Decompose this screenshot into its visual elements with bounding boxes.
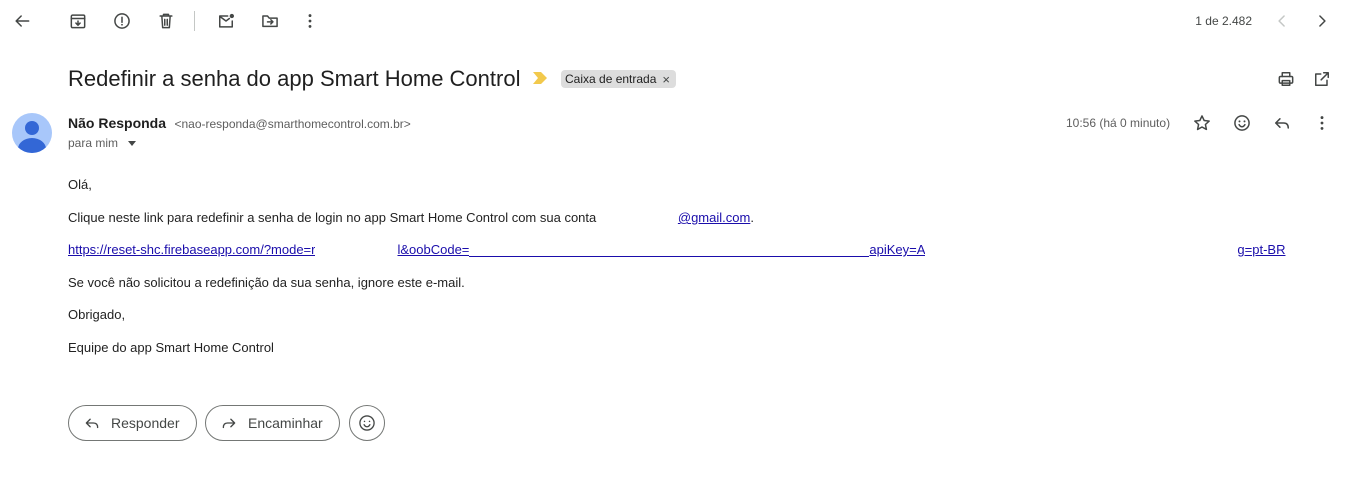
redacted-block — [925, 243, 1238, 257]
newer-chevron-left-icon[interactable] — [1266, 5, 1298, 37]
more-vert-icon[interactable] — [294, 5, 326, 37]
body-signature: Equipe do app Smart Home Control — [68, 340, 274, 355]
recipient-text: para mim — [68, 136, 119, 150]
redacted-block — [315, 243, 398, 257]
reset-link-part-2[interactable]: l&oobCode= — [397, 242, 469, 257]
reset-link-part-3[interactable]: apiKey=A — [869, 242, 925, 257]
sender-line: Não Responda <nao-responda@smarthomecont… — [68, 115, 411, 133]
account-email-link[interactable]: @gmail.com — [678, 210, 750, 225]
instruction-period: . — [750, 210, 754, 225]
message-more-vert-icon[interactable] — [1306, 107, 1338, 139]
chevron-down-icon — [128, 140, 137, 146]
label-chip-inbox: Caixa de entrada × — [561, 70, 676, 88]
email-subject: Redefinir a senha do app Smart Home Cont… — [68, 66, 521, 91]
archive-icon[interactable] — [62, 5, 94, 37]
move-to-icon[interactable] — [254, 5, 286, 37]
label-chip-text: Caixa de entrada — [565, 72, 657, 86]
reply-button[interactable]: Responder — [68, 405, 197, 441]
delete-icon[interactable] — [150, 5, 182, 37]
add-reaction-icon[interactable] — [1226, 107, 1258, 139]
open-in-new-window-icon[interactable] — [1306, 63, 1338, 95]
reply-button-label: Responder — [111, 415, 180, 431]
forward-button[interactable]: Encaminhar — [205, 405, 340, 441]
reply-arrow-icon — [85, 418, 99, 429]
sender-name[interactable]: Não Responda — [68, 115, 166, 131]
sender-avatar[interactable] — [12, 113, 52, 153]
smiley-icon — [359, 415, 375, 431]
recipient-details-toggle[interactable]: para mim — [68, 136, 137, 150]
body-reset-instruction: Clique neste link para redefinir a senha… — [68, 210, 754, 225]
toolbar-divider — [194, 11, 195, 31]
remove-label-icon[interactable]: × — [662, 73, 670, 86]
reset-link-part-1[interactable]: https://reset-shc.firebaseapp.com/?mode=… — [68, 242, 315, 257]
star-icon[interactable] — [1186, 107, 1218, 139]
redacted-block — [599, 211, 678, 225]
print-icon[interactable] — [1270, 63, 1302, 95]
body-thanks: Obrigado, — [68, 307, 126, 322]
back-arrow-icon[interactable] — [6, 5, 38, 37]
pager-count: 1 de 2.482 — [1195, 14, 1252, 28]
body-ignore-notice: Se você não solicitou a redefinição da s… — [68, 275, 465, 290]
forward-button-label: Encaminhar — [248, 415, 323, 431]
body-greeting: Olá, — [68, 177, 92, 192]
reset-link-part-4[interactable]: g=pt-BR — [1237, 242, 1285, 257]
report-spam-icon[interactable] — [106, 5, 138, 37]
email-timestamp: 10:56 (há 0 minuto) — [1066, 116, 1171, 130]
reset-link[interactable]: https://reset-shc.firebaseapp.com/?mode=… — [68, 242, 1285, 257]
sender-email: <nao-responda@smarthomecontrol.com.br> — [174, 117, 411, 131]
importance-marker-icon[interactable] — [533, 72, 547, 84]
instruction-text: Clique neste link para redefinir a senha… — [68, 210, 597, 225]
redacted-block — [469, 245, 870, 257]
mark-unread-icon[interactable] — [210, 5, 242, 37]
older-chevron-right-icon[interactable] — [1306, 5, 1338, 37]
reply-icon[interactable] — [1266, 107, 1298, 139]
forward-arrow-icon — [222, 418, 236, 429]
emoji-reaction-button[interactable] — [349, 405, 385, 441]
